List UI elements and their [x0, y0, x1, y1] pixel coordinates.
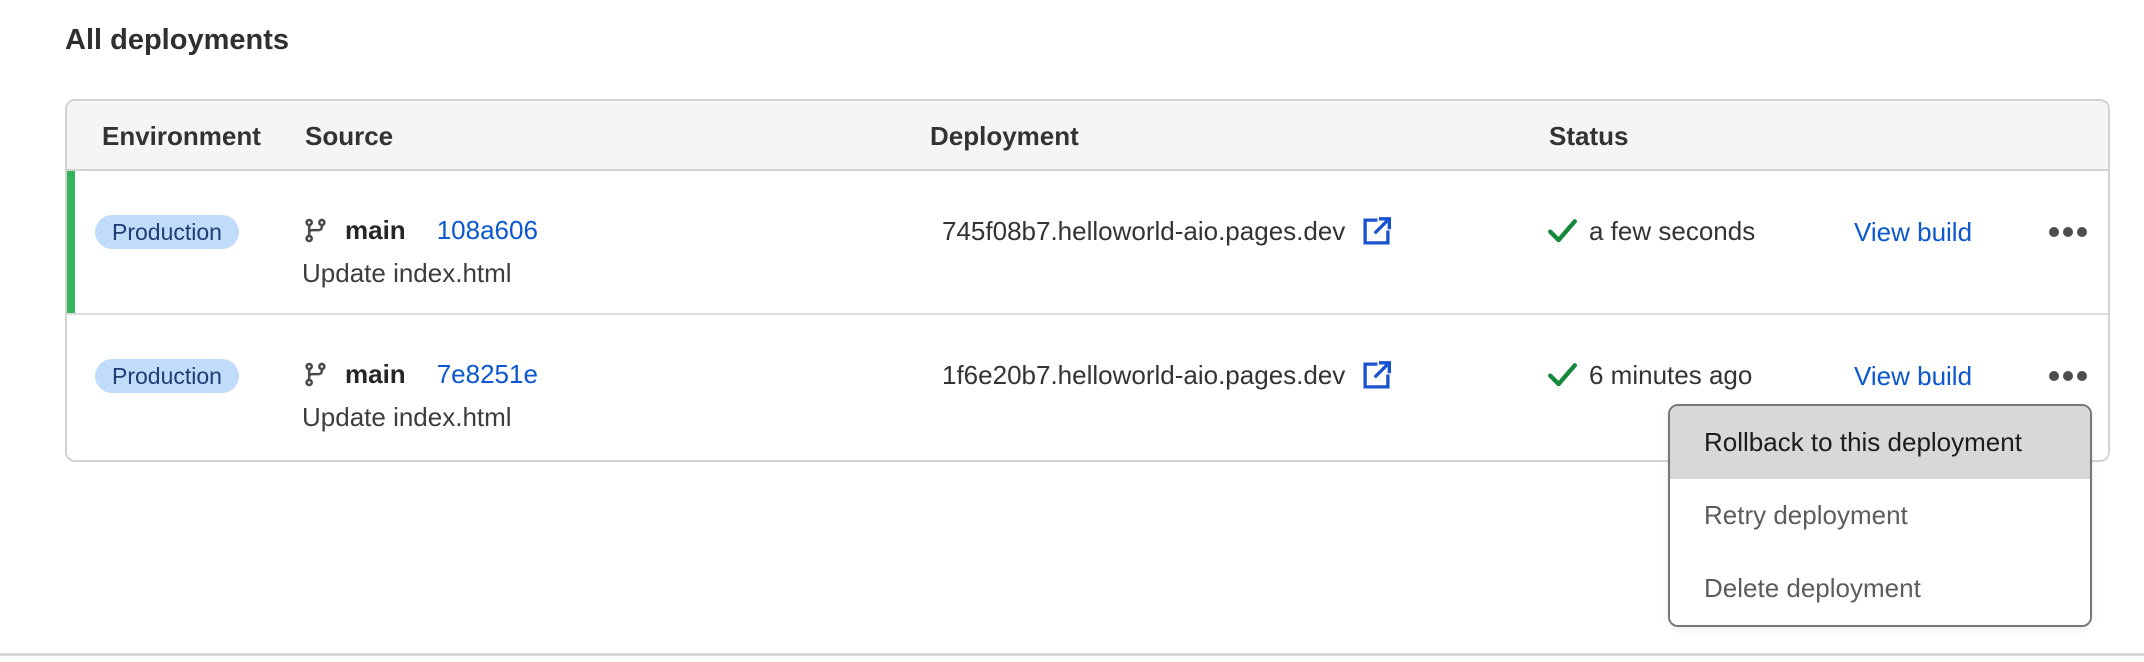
column-header-source: Source: [305, 101, 393, 171]
table-header-row: Environment Source Deployment Status: [67, 101, 2108, 171]
git-branch-icon: [302, 361, 329, 388]
more-options-button[interactable]: [2042, 217, 2094, 247]
branch-name: main: [345, 215, 406, 246]
dot-icon: [2063, 371, 2073, 381]
deployment-url: 745f08b7.helloworld-aio.pages.dev: [942, 216, 1345, 247]
view-build-link[interactable]: View build: [1854, 217, 1972, 248]
column-header-status: Status: [1549, 101, 1628, 171]
success-check-icon: [1547, 362, 1578, 388]
status-cell: a few seconds: [1547, 213, 1755, 249]
status-cell: 6 minutes ago: [1547, 357, 1752, 393]
branch-name: main: [345, 359, 406, 390]
page-title: All deployments: [65, 24, 289, 57]
source-cell: main 7e8251e Update index.html: [302, 357, 538, 433]
environment-badge: Production: [95, 215, 239, 249]
external-link-icon[interactable]: [1359, 214, 1394, 249]
more-options-button[interactable]: [2042, 361, 2094, 391]
deployment-cell: 745f08b7.helloworld-aio.pages.dev: [942, 211, 1394, 251]
dot-icon: [2077, 227, 2087, 237]
status-time: a few seconds: [1589, 216, 1755, 247]
deployment-row-1: Production main 108a606 Update index.htm…: [67, 171, 2108, 315]
dot-icon: [2049, 227, 2059, 237]
git-branch-icon: [302, 217, 329, 244]
commit-message: Update index.html: [302, 402, 538, 433]
external-link-icon[interactable]: [1359, 358, 1394, 393]
source-cell: main 108a606 Update index.html: [302, 213, 538, 289]
current-deployment-indicator: [67, 171, 75, 313]
success-check-icon: [1547, 218, 1578, 244]
commit-link[interactable]: 7e8251e: [437, 359, 538, 390]
column-header-environment: Environment: [102, 101, 261, 171]
deployment-context-menu: Rollback to this deployment Retry deploy…: [1668, 404, 2092, 627]
environment-badge: Production: [95, 359, 239, 393]
dot-icon: [2049, 371, 2059, 381]
menu-item-retry[interactable]: Retry deployment: [1670, 479, 2090, 552]
deployment-cell: 1f6e20b7.helloworld-aio.pages.dev: [942, 355, 1394, 395]
commit-message: Update index.html: [302, 258, 538, 289]
status-time: 6 minutes ago: [1589, 360, 1752, 391]
view-build-link[interactable]: View build: [1854, 361, 1972, 392]
deployment-url: 1f6e20b7.helloworld-aio.pages.dev: [942, 360, 1345, 391]
dot-icon: [2077, 371, 2087, 381]
dot-icon: [2063, 227, 2073, 237]
page-bottom-divider: [0, 653, 2144, 656]
deployments-page: All deployments Environment Source Deplo…: [0, 0, 2144, 662]
column-header-deployment: Deployment: [930, 101, 1079, 171]
commit-link[interactable]: 108a606: [437, 215, 538, 246]
menu-item-rollback[interactable]: Rollback to this deployment: [1670, 406, 2090, 479]
menu-item-delete[interactable]: Delete deployment: [1670, 552, 2090, 625]
